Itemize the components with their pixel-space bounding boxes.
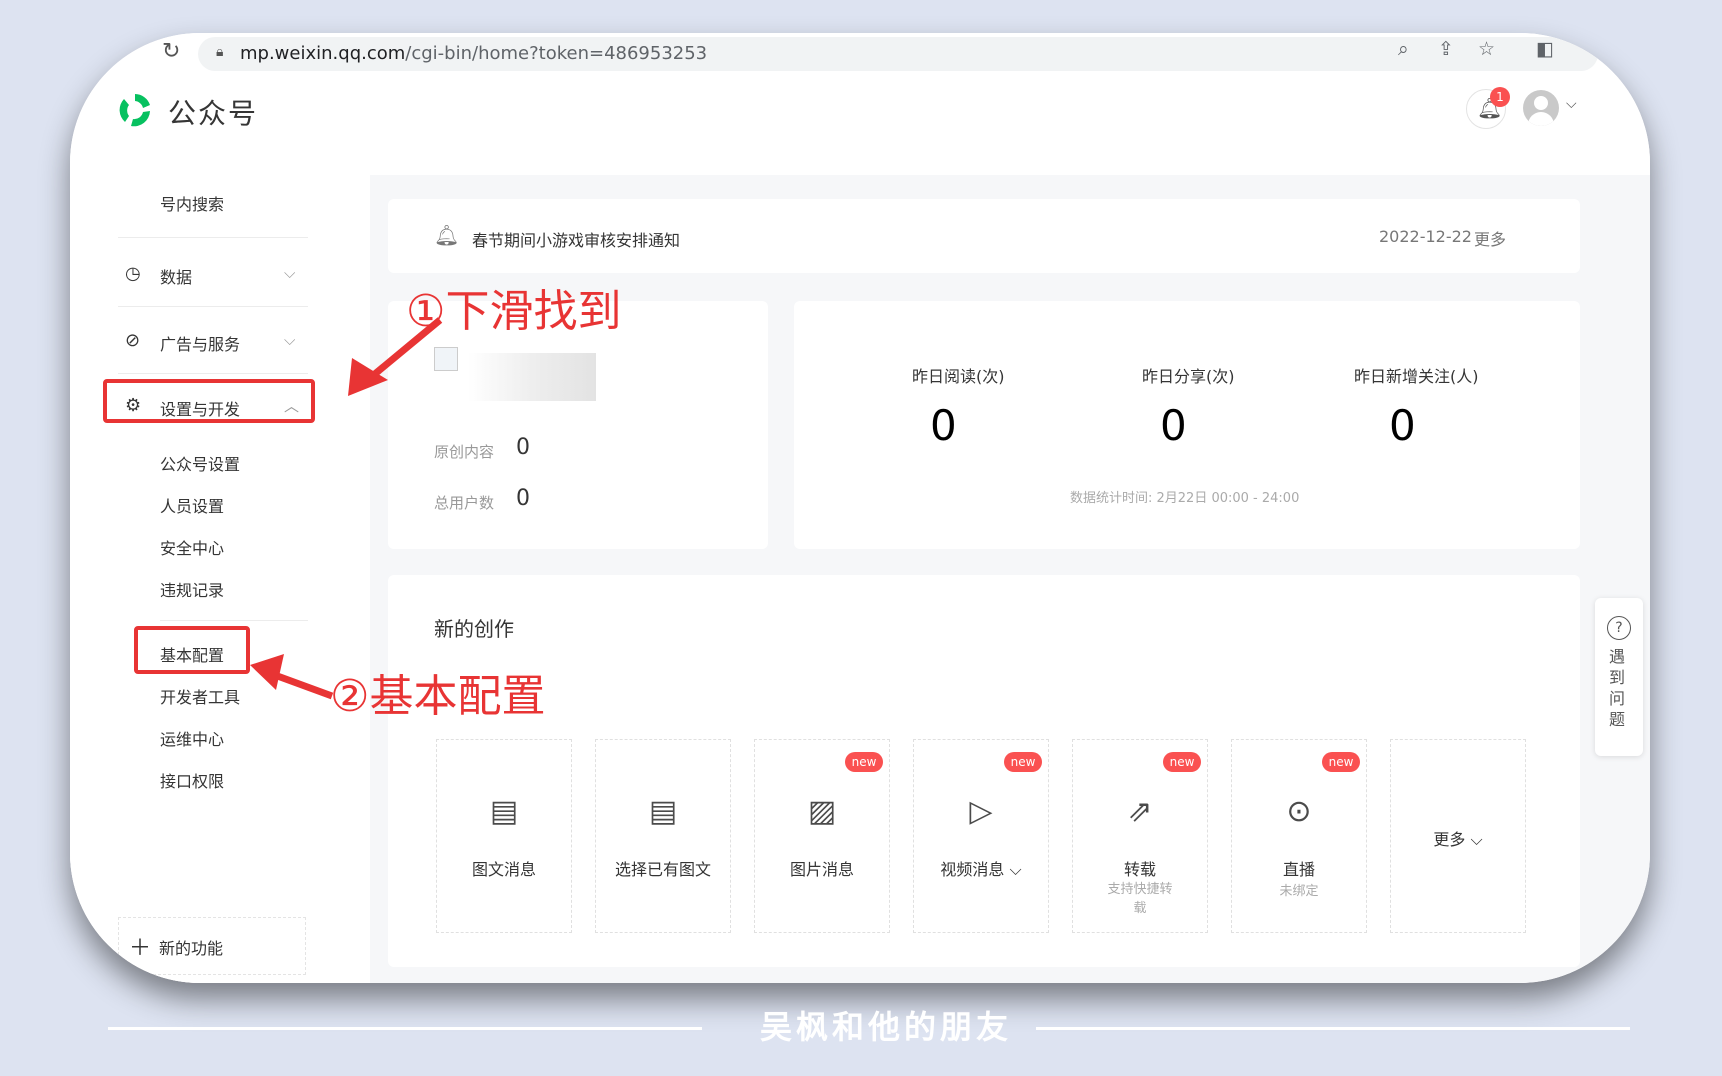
bell-icon: 🔔︎ [434, 223, 460, 247]
sidebar-divider [118, 373, 308, 374]
chevron-down-icon[interactable]: ⌵ [1566, 96, 1577, 112]
sidebar-item-people-settings[interactable]: 人员设置 [160, 493, 224, 517]
original-content-label: 原创内容 [434, 443, 495, 461]
reload-icon[interactable]: ↻ [162, 39, 180, 64]
compass-icon: ⊘ [125, 330, 141, 351]
url-field[interactable]: 🔒︎ mp.weixin.qq.com/cgi-bin/home?token=4… [198, 37, 1598, 71]
notice-more-link[interactable]: 更多 [1474, 226, 1506, 250]
notice-card: 🔔︎ 春节期间小游戏审核安排通知 2022-12-22 更多 [388, 199, 1580, 273]
app-header: 公众号 🔔︎ 1 ⌵ [70, 77, 1650, 175]
stats-card: 昨日阅读(次) 0 昨日分享(次) 0 昨日新增关注(人) 0 数据统计时间: … [794, 301, 1580, 549]
help-label: 遇到问题 [1609, 647, 1626, 729]
play-icon: ▷ [969, 794, 993, 829]
clock-chart-icon: ◷ [125, 263, 141, 284]
annotation-step2: ②基本配置 [330, 671, 546, 722]
watermark: 吴枫和他的朋友 [760, 1008, 1013, 1046]
sidebar-item-search[interactable]: 号内搜索 [160, 191, 224, 215]
new-badge: new [1322, 752, 1360, 772]
sidebar-item-security[interactable]: 安全中心 [160, 535, 224, 559]
tile-sub: 未绑定 [1279, 884, 1319, 899]
stat-label-shares: 昨日分享(次) [1142, 367, 1235, 386]
repost-icon: ⇗ [1127, 794, 1153, 829]
new-badge: new [845, 752, 883, 772]
sidebar-item-data[interactable]: 数据 [160, 264, 192, 288]
sidebar: 号内搜索 ◷ 数据 ⌵ ⊘ 广告与服务 ⌵ ⚙ 设置与开发 ︿ 公众号设置 人员… [70, 175, 370, 983]
highlight-basic-config [134, 626, 250, 674]
avatar[interactable] [1523, 90, 1559, 126]
tile-sub: 支持快捷转 载 [1107, 882, 1173, 916]
tile-label: 图片消息 [789, 860, 854, 879]
watermark-line [1036, 1027, 1630, 1030]
stat-label-followers: 昨日新增关注(人) [1354, 367, 1479, 386]
document-clock-icon: ▤ [648, 794, 678, 829]
tile-repost[interactable]: new ⇗ 转载 支持快捷转 载 [1072, 739, 1208, 933]
new-feature-label: 新的功能 [159, 939, 224, 958]
live-icon: ⊙ [1286, 794, 1312, 829]
stat-value-followers: 0 [1389, 401, 1416, 450]
tile-more[interactable]: 更多 ⌵ [1390, 739, 1526, 933]
tile-label: 更多 ⌵ [1433, 830, 1483, 849]
tile-label: 直播 [1282, 860, 1315, 879]
question-icon: ? [1607, 616, 1631, 640]
total-users-value: 0 [516, 486, 530, 511]
zoom-icon[interactable]: ⌕ [1398, 38, 1409, 60]
tile-video[interactable]: new ▷ 视频消息 ⌵ [913, 739, 1049, 933]
stat-label-reads: 昨日阅读(次) [912, 367, 1005, 386]
tile-label: 视频消息 ⌵ [940, 860, 1022, 879]
main-area: 号内搜索 ◷ 数据 ⌵ ⊘ 广告与服务 ⌵ ⚙ 设置与开发 ︿ 公众号设置 人员… [70, 175, 1650, 983]
tile-select-article[interactable]: ▤ 选择已有图文 [595, 739, 731, 933]
plus-icon: ＋ [129, 936, 152, 961]
total-users-label: 总用户数 [434, 494, 495, 512]
sidebar-item-account-settings[interactable]: 公众号设置 [160, 451, 240, 475]
share-icon[interactable]: ⇪ [1438, 38, 1454, 60]
sidebar-item-ops-center[interactable]: 运维中心 [160, 726, 224, 750]
chevron-down-icon[interactable]: ⌵ [284, 331, 295, 349]
notice-date: 2022-12-22 [1379, 227, 1472, 246]
url-path: /cgi-bin/home?token=486953253 [405, 43, 708, 64]
tile-label: 图文消息 [471, 860, 536, 879]
sidepanel-icon[interactable]: ◧ [1536, 38, 1554, 60]
help-button[interactable]: ? 遇到问题 [1595, 598, 1643, 756]
highlight-settings [103, 379, 315, 423]
new-feature-button[interactable]: ＋ 新的功能 [118, 917, 306, 975]
watermark-line [108, 1027, 702, 1030]
sidebar-item-violations[interactable]: 违规记录 [160, 577, 224, 601]
original-content-value: 0 [516, 435, 530, 460]
create-title: 新的创作 [434, 617, 514, 641]
tile-label: 转载 [1123, 860, 1156, 879]
blurred-account-name [468, 353, 596, 401]
image-icon: ▨ [807, 794, 837, 829]
tile-image[interactable]: new ▨ 图片消息 [754, 739, 890, 933]
sidebar-divider [118, 237, 308, 238]
broken-image-icon [434, 347, 458, 371]
tile-article[interactable]: ▤ 图文消息 [436, 739, 572, 933]
sidebar-item-api-permissions[interactable]: 接口权限 [160, 768, 224, 792]
wechat-mp-logo-icon[interactable] [116, 91, 154, 129]
sidebar-item-dev-tools[interactable]: 开发者工具 [160, 684, 240, 708]
annotation-step1: ①下滑找到 [406, 286, 622, 337]
browser-window: ↻ 🔒︎ mp.weixin.qq.com/cgi-bin/home?token… [70, 33, 1650, 983]
notice-text[interactable]: 春节期间小游戏审核安排通知 [472, 227, 680, 251]
stat-value-shares: 0 [1160, 401, 1187, 450]
tile-live[interactable]: new ⊙ 直播 未绑定 [1231, 739, 1367, 933]
lock-icon: 🔒︎ [216, 44, 224, 60]
bookmark-star-icon[interactable]: ☆ [1478, 38, 1495, 60]
document-icon: ▤ [489, 794, 519, 829]
new-badge: new [1004, 752, 1042, 772]
sidebar-divider [118, 306, 308, 307]
sidebar-item-ads[interactable]: 广告与服务 [160, 331, 240, 355]
url-domain: mp.weixin.qq.com [240, 43, 406, 64]
tile-label: 选择已有图文 [614, 860, 711, 879]
chevron-down-icon[interactable]: ⌵ [284, 264, 295, 282]
stat-value-reads: 0 [930, 401, 957, 450]
sidebar-divider [160, 620, 308, 621]
new-badge: new [1163, 752, 1201, 772]
stats-footnote: 数据统计时间: 2月22日 00:00 - 24:00 [1070, 491, 1300, 506]
address-bar: ↻ 🔒︎ mp.weixin.qq.com/cgi-bin/home?token… [70, 33, 1650, 78]
notification-badge: 1 [1490, 87, 1510, 107]
app-title: 公众号 [168, 97, 259, 130]
